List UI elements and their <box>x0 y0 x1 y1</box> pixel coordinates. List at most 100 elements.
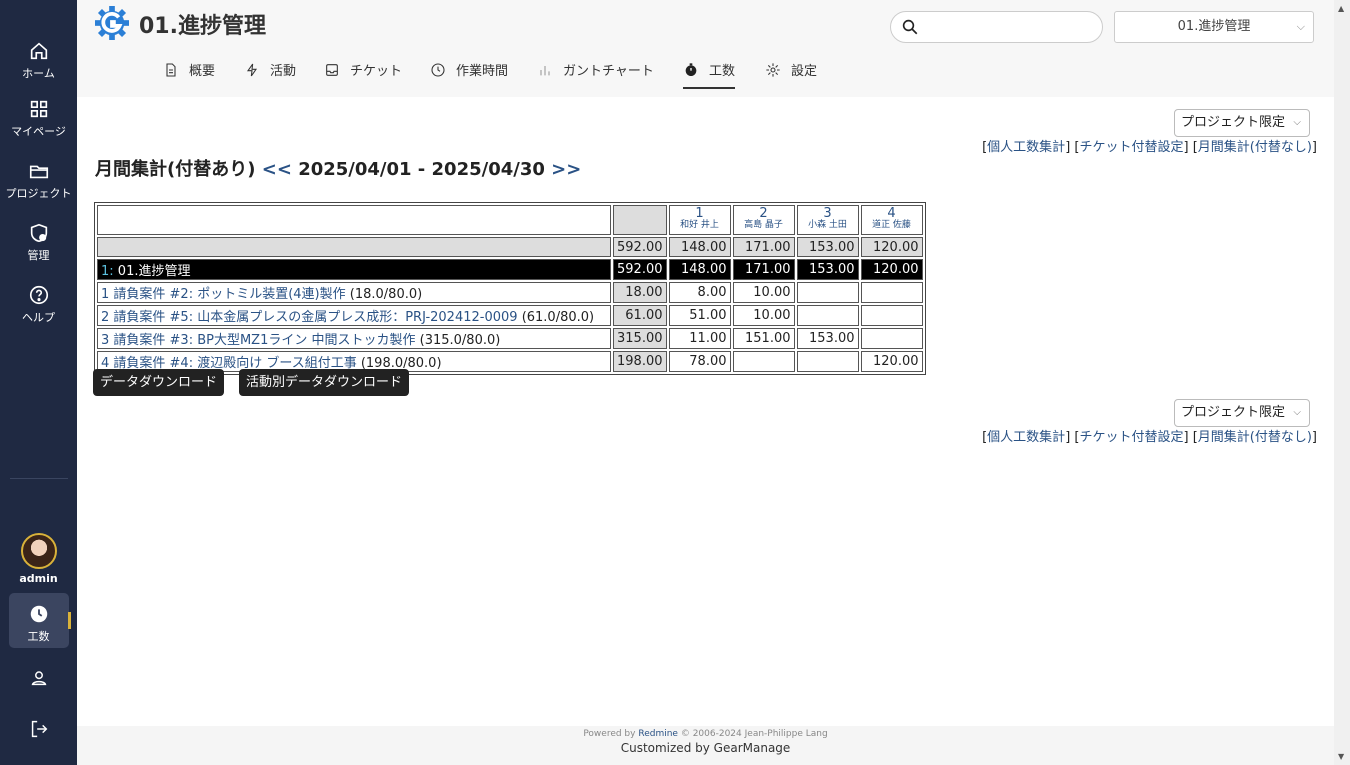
report-title: 月間集計(付替あり) <box>95 159 256 180</box>
main-content: プロジェクト限定 ⌵ [個人工数集計] [チケット付替設定] [月間集計(付替な… <box>77 97 1334 726</box>
scroll-up-icon[interactable]: ▲ <box>1338 4 1344 13</box>
tab-effort[interactable]: 工数 <box>683 60 736 89</box>
issue-link[interactable]: 3 請負案件 #3: BP大型MZ1ライン 中間ストッカ製作 <box>101 333 416 348</box>
issue-cell <box>796 282 859 303</box>
header-user[interactable]: 1 和好 井上 <box>668 205 731 235</box>
sidebar-item-projects[interactable]: プロジェクト <box>0 160 77 201</box>
search-input[interactable] <box>890 11 1103 43</box>
help-icon <box>29 285 48 305</box>
issue-cell: 153.00 <box>796 328 859 349</box>
report-links: [個人工数集計] [チケット付替設定] [月間集計(付替なし)] <box>982 140 1317 155</box>
folder-icon <box>29 165 48 179</box>
sidebar-item-logout[interactable] <box>0 718 77 740</box>
stopwatch-icon <box>685 63 697 76</box>
issue-link[interactable]: 2 請負案件 #5: 山本金属プレスの金属プレス成形：PRJ-202412-00… <box>101 310 518 325</box>
sidebar-item-home[interactable]: ホーム <box>0 40 77 81</box>
user-icon <box>31 671 46 686</box>
redmine-link[interactable]: Redmine <box>638 729 678 739</box>
bolt-icon <box>246 63 258 77</box>
document-icon <box>166 63 176 77</box>
issue-cell <box>732 351 795 372</box>
scroll-down-icon[interactable]: ▼ <box>1338 752 1344 761</box>
tab-activity[interactable]: 活動 <box>244 60 296 89</box>
tab-time-entries[interactable]: 作業時間 <box>430 60 508 89</box>
sum-total: 592.00 <box>613 237 667 257</box>
avatar[interactable] <box>21 533 57 569</box>
header-user[interactable]: 4 道正 佐藤 <box>860 205 923 235</box>
link-personal-effort[interactable]: 個人工数集計 <box>987 430 1065 445</box>
issue-link[interactable]: 1 請負案件 #2: ポットミル装置(4連)製作 <box>101 287 346 302</box>
sidebar: ホーム マイページ プロジェクト 管理 ヘルプ admin 工数 <box>0 0 77 765</box>
sidebar-divider <box>10 478 68 479</box>
table-header-row: 1 和好 井上 2 高島 晶子 3 小森 土田 4 道正 佐藤 <box>97 205 923 235</box>
sum-cell: 171.00 <box>732 237 795 257</box>
bar-chart-icon <box>540 66 550 76</box>
clock-icon <box>431 63 445 77</box>
issue-cell: 8.00 <box>668 282 731 303</box>
table-row: 1 請負案件 #2: ポットミル装置(4連)製作 (18.0/80.0) 18.… <box>97 282 923 303</box>
link-ticket-settings[interactable]: チケット付替設定 <box>1079 140 1183 155</box>
chevron-down-icon: ⌵ <box>1293 407 1301 418</box>
project-cell: 148.00 <box>668 259 731 280</box>
header: 01.進捗管理 01.進捗管理 ⌵ 概要 活動 チケット 作業時間 ガントチャー… <box>77 0 1334 97</box>
sidebar-item-mypage[interactable]: マイページ <box>0 98 77 139</box>
header-user[interactable]: 3 小森 土田 <box>796 205 859 235</box>
issue-cell: 51.00 <box>668 305 731 326</box>
date-range: 2025/04/01 - 2025/04/30 <box>298 159 545 180</box>
project-total: 592.00 <box>613 259 667 280</box>
scrollbar[interactable]: ▲ ▼ <box>1334 0 1350 765</box>
data-download-button[interactable]: データダウンロード <box>93 369 225 396</box>
chevron-down-icon: ⌵ <box>1296 20 1305 33</box>
issue-cell: 151.00 <box>732 328 795 349</box>
project-cell: 153.00 <box>796 259 859 280</box>
issue-label: 1 請負案件 #2: ポットミル装置(4連)製作 (18.0/80.0) <box>97 282 611 303</box>
sum-cell: 148.00 <box>668 237 731 257</box>
table-row: 3 請負案件 #3: BP大型MZ1ライン 中間ストッカ製作 (315.0/80… <box>97 328 923 349</box>
user-name: admin <box>19 572 58 585</box>
prev-month-link[interactable]: << <box>262 159 292 180</box>
footer-powered: Powered by Redmine © 2006-2024 Jean-Phil… <box>583 729 828 739</box>
effort-table: 1 和好 井上 2 高島 晶子 3 小森 土田 4 道正 佐藤 592.00 148.0… <box>94 202 926 375</box>
table-row: 2 請負案件 #5: 山本金属プレスの金属プレス成形：PRJ-202412-00… <box>97 305 923 326</box>
link-monthly-no-transfer[interactable]: 月間集計(付替なし) <box>1198 140 1312 155</box>
inbox-icon <box>326 64 338 76</box>
header-user[interactable]: 2 高島 晶子 <box>732 205 795 235</box>
tab-tickets[interactable]: チケット <box>324 60 402 89</box>
project-scope-select[interactable]: プロジェクト限定 ⌵ <box>1174 109 1310 137</box>
tab-settings[interactable]: 設定 <box>765 60 817 89</box>
report-links-bottom: [個人工数集計] [チケット付替設定] [月間集計(付替なし)] <box>982 430 1317 445</box>
issue-total: 61.00 <box>613 305 667 326</box>
sidebar-item-label: ホーム <box>22 67 55 80</box>
activity-data-download-button[interactable]: 活動別データダウンロード <box>239 369 410 396</box>
sidebar-item-help[interactable]: ヘルプ <box>0 284 77 325</box>
issue-cell: 11.00 <box>668 328 731 349</box>
project-label: 1: 01.進捗管理 <box>97 259 611 280</box>
sum-label <box>97 237 611 257</box>
sidebar-item-label: ヘルプ <box>22 311 55 324</box>
project-select[interactable]: 01.進捗管理 ⌵ <box>1114 11 1314 43</box>
sidebar-item-label: プロジェクト <box>5 187 72 200</box>
sidebar-item-account[interactable] <box>0 667 77 689</box>
issue-cell: 10.00 <box>732 305 795 326</box>
sidebar-item-label: 工数 <box>27 630 50 643</box>
link-personal-effort[interactable]: 個人工数集計 <box>987 140 1065 155</box>
footer: Powered by Redmine © 2006-2024 Jean-Phil… <box>77 726 1334 765</box>
sidebar-item-effort[interactable]: 工数 <box>0 603 77 644</box>
gear-icon <box>766 63 780 77</box>
issue-total: 18.00 <box>613 282 667 303</box>
gear-logo-icon[interactable] <box>95 6 129 40</box>
tab-gantt[interactable]: ガントチャート <box>537 60 654 89</box>
tab-overview[interactable]: 概要 <box>163 60 215 89</box>
next-month-link[interactable]: >> <box>551 159 581 180</box>
link-ticket-settings[interactable]: チケット付替設定 <box>1079 430 1183 445</box>
project-scope-select-bottom[interactable]: プロジェクト限定 ⌵ <box>1174 399 1310 427</box>
project-cell: 171.00 <box>732 259 795 280</box>
project-row: 1: 01.進捗管理 592.00 148.00 171.00 153.00 1… <box>97 259 923 280</box>
home-icon <box>30 42 47 60</box>
issue-total: 198.00 <box>613 351 667 372</box>
sidebar-item-admin[interactable]: 管理 <box>0 222 77 263</box>
report-heading: 月間集計(付替あり) << 2025/04/01 - 2025/04/30 >> <box>95 155 581 181</box>
sum-row: 592.00 148.00 171.00 153.00 120.00 <box>97 237 923 257</box>
issue-label: 2 請負案件 #5: 山本金属プレスの金属プレス成形：PRJ-202412-00… <box>97 305 611 326</box>
link-monthly-no-transfer[interactable]: 月間集計(付替なし) <box>1198 430 1312 445</box>
